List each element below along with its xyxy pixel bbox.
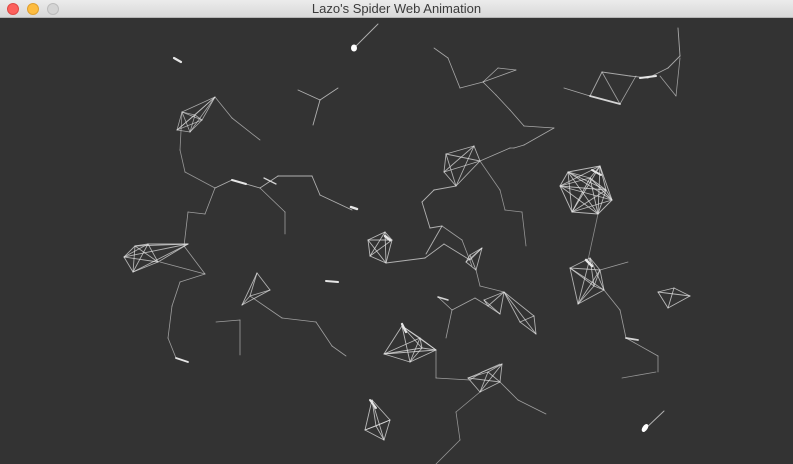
web-strand xyxy=(325,280,339,283)
web-node xyxy=(351,44,357,52)
web-svg xyxy=(0,18,793,464)
title-bar[interactable]: Lazo's Spider Web Animation xyxy=(0,0,793,18)
window-title: Lazo's Spider Web Animation xyxy=(311,1,482,16)
app-window: Lazo's Spider Web Animation xyxy=(0,0,793,464)
canvas-background xyxy=(0,18,793,464)
animation-canvas[interactable] xyxy=(0,18,793,464)
